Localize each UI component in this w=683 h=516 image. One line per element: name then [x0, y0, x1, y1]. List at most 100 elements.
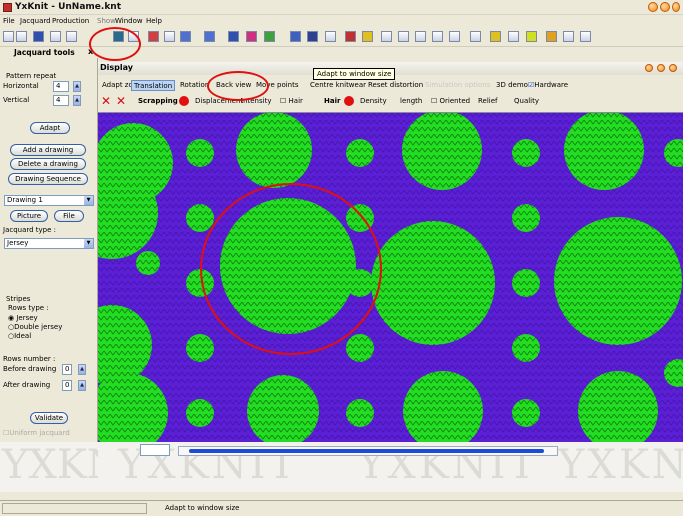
- tool-i-icon[interactable]: [490, 31, 501, 42]
- grid-icon[interactable]: [307, 31, 318, 42]
- close-icon[interactable]: [672, 2, 680, 12]
- intensity-menu[interactable]: Intensity: [241, 97, 271, 105]
- tool-j-icon[interactable]: [508, 31, 519, 42]
- tab-move-points[interactable]: Move points: [254, 80, 301, 91]
- tab-back-view[interactable]: Back view: [214, 80, 253, 91]
- tab-rotation[interactable]: Rotation: [178, 80, 211, 91]
- add-drawing-button[interactable]: Add a drawing: [10, 144, 86, 156]
- menu-file[interactable]: File: [3, 17, 15, 25]
- pencil-icon[interactable]: [345, 31, 356, 42]
- delete-drawing-button[interactable]: Delete a drawing: [10, 158, 86, 170]
- crop-icon[interactable]: [325, 31, 336, 42]
- color-icon[interactable]: [246, 31, 257, 42]
- tab-3d-demo[interactable]: 3D demo: [494, 80, 530, 91]
- chart-icon[interactable]: [290, 31, 301, 42]
- menu-production[interactable]: Production: [52, 17, 89, 25]
- maximize-icon[interactable]: [660, 2, 670, 12]
- before-drawing-spinner-icon[interactable]: ▲: [78, 364, 86, 375]
- horizontal-field[interactable]: 4: [53, 81, 69, 92]
- tab-reset-distortion[interactable]: Reset distortion: [366, 80, 425, 91]
- radio-jersey[interactable]: ◉ Jersey: [8, 314, 38, 322]
- hardware-checkbox[interactable]: ☑Hardware: [526, 80, 570, 91]
- radio-double-jersey[interactable]: ○Double jersey: [8, 323, 62, 331]
- after-drawing-label: After drawing: [3, 381, 51, 389]
- hair-label: Hair: [324, 97, 341, 105]
- density-menu[interactable]: Density: [360, 97, 387, 105]
- knit-simulation-canvas[interactable]: [98, 112, 683, 442]
- new-file-icon[interactable]: [3, 31, 14, 42]
- drawing-select-value: Drawing 1: [7, 196, 43, 204]
- menu-bar: File Jacquard Production Show Window Hel…: [0, 15, 683, 28]
- adapt-window-size-icon[interactable]: [128, 31, 139, 42]
- scrapping-label: Scrapping: [138, 97, 178, 105]
- oriented-checkbox[interactable]: ☐ Oriented: [431, 97, 470, 105]
- hair-checkbox[interactable]: ☐ Hair: [280, 97, 303, 105]
- menu-help[interactable]: Help: [146, 17, 162, 25]
- zoom-out-icon[interactable]: [204, 31, 215, 42]
- panel-close-icon[interactable]: x: [88, 47, 93, 56]
- quality-menu[interactable]: Quality: [514, 97, 539, 105]
- minimize-icon[interactable]: [648, 2, 658, 12]
- bulb-icon[interactable]: [362, 31, 373, 42]
- vertical-spinner-icon[interactable]: ▲: [73, 95, 81, 106]
- tool-f-icon[interactable]: [432, 31, 443, 42]
- tool-c-icon[interactable]: [381, 31, 392, 42]
- chevron-down-icon[interactable]: ▼: [84, 196, 93, 205]
- uniform-jacquard-checkbox[interactable]: ☐Uniform jacquard: [3, 429, 70, 437]
- tool-l-icon[interactable]: [546, 31, 557, 42]
- zoom-in-icon[interactable]: [180, 31, 191, 42]
- tab-translation[interactable]: Translation: [131, 80, 176, 91]
- menu-jacquard[interactable]: Jacquard: [20, 17, 51, 25]
- tool-d-icon[interactable]: [398, 31, 409, 42]
- display-maximize-icon[interactable]: [657, 64, 665, 72]
- displacement-menu[interactable]: Displacement: [195, 97, 243, 105]
- radio-ideal[interactable]: ○Ideal: [8, 332, 31, 340]
- tool-g-icon[interactable]: [449, 31, 460, 42]
- tab-simulation-options[interactable]: Simulation options: [423, 80, 492, 91]
- stripes-label: Stripes: [6, 295, 31, 303]
- rows-number-label: Rows number :: [3, 355, 56, 363]
- tool-n-icon[interactable]: [580, 31, 591, 42]
- tool-a-icon[interactable]: [148, 31, 159, 42]
- tab-centre-knitwear[interactable]: Centre knitwear: [308, 80, 368, 91]
- zoom-field[interactable]: [140, 444, 170, 456]
- tool-e-icon[interactable]: [415, 31, 426, 42]
- before-drawing-field[interactable]: 0: [62, 364, 72, 375]
- tool-h-icon[interactable]: [470, 31, 481, 42]
- tool-b-icon[interactable]: [164, 31, 175, 42]
- pattern-repeat-label: Pattern repeat: [6, 72, 57, 80]
- open-folder-icon[interactable]: [16, 31, 27, 42]
- display-close-icon[interactable]: [669, 64, 677, 72]
- picture-button[interactable]: Picture: [10, 210, 48, 222]
- menu-window[interactable]: Window: [115, 17, 143, 25]
- display-3d-icon[interactable]: [113, 31, 124, 42]
- cross-icon[interactable]: ✕: [101, 95, 111, 107]
- horizontal-scrollbar[interactable]: [178, 446, 558, 456]
- cross-icon[interactable]: ✕: [116, 95, 126, 107]
- length-menu[interactable]: length: [400, 97, 422, 105]
- save-icon[interactable]: [33, 31, 44, 42]
- file-button[interactable]: File: [54, 210, 84, 222]
- tool-k-icon[interactable]: [526, 31, 537, 42]
- display-minimize-icon[interactable]: [645, 64, 653, 72]
- chevron-down-icon[interactable]: ▼: [84, 239, 93, 248]
- menu-show[interactable]: Show: [97, 17, 116, 25]
- validate-button[interactable]: Validate: [30, 412, 68, 424]
- knit-icon[interactable]: [264, 31, 275, 42]
- scrollbar-thumb[interactable]: [189, 449, 544, 453]
- after-drawing-spinner-icon[interactable]: ▲: [78, 380, 86, 391]
- after-drawing-field[interactable]: 0: [62, 380, 72, 391]
- horizontal-spinner-icon[interactable]: ▲: [73, 81, 81, 92]
- adapt-button[interactable]: Adapt: [30, 122, 70, 134]
- jacquard-type-select[interactable]: Jersey ▼: [4, 238, 94, 249]
- preview-icon[interactable]: [66, 31, 77, 42]
- print-icon[interactable]: [50, 31, 61, 42]
- save-as-icon[interactable]: [228, 31, 239, 42]
- drawing-select[interactable]: Drawing 1 ▼: [4, 195, 94, 206]
- vertical-field[interactable]: 4: [53, 95, 69, 106]
- drawing-sequence-button[interactable]: Drawing Sequence: [8, 173, 88, 185]
- relief-menu[interactable]: Relief: [478, 97, 498, 105]
- tool-m-icon[interactable]: [563, 31, 574, 42]
- record-dot-icon[interactable]: [179, 96, 189, 106]
- hair-color-dot-icon[interactable]: [344, 96, 354, 106]
